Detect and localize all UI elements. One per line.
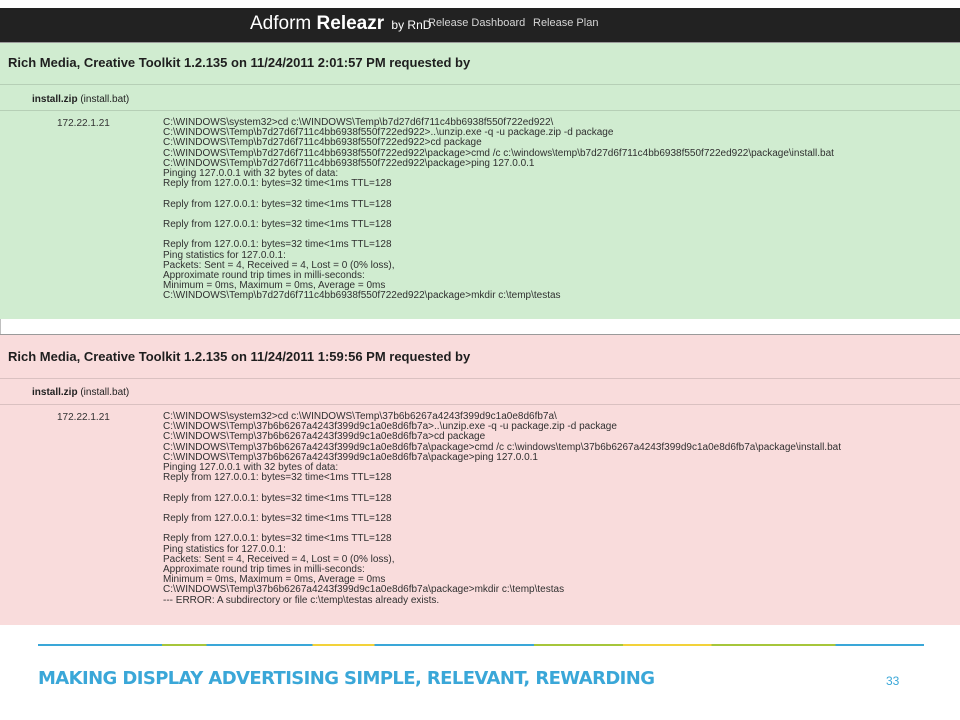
footer-color-rule: [38, 644, 924, 646]
section-divider: [0, 84, 960, 85]
release-request-success: Rich Media, Creative Toolkit 1.2.135 on …: [0, 42, 960, 319]
request-heading: Rich Media, Creative Toolkit 1.2.135 on …: [8, 55, 471, 70]
request-heading: Rich Media, Creative Toolkit 1.2.135 on …: [8, 349, 471, 364]
file-row: install.zip (install.bat): [32, 387, 129, 398]
file-script: (install.bat): [80, 94, 130, 105]
top-navbar: Adform Releazr by RnD Release Dashboard …: [0, 8, 960, 42]
file-row: install.zip (install.bat): [32, 94, 129, 105]
brand-name: Releazr: [316, 13, 385, 34]
command-log: C:\WINDOWS\system32>cd c:\WINDOWS\Temp\3…: [163, 411, 841, 606]
section-divider: [0, 110, 960, 111]
host-address: 172.22.1.21: [57, 412, 110, 423]
brand-prefix: Adform: [250, 13, 312, 34]
section-divider: [0, 378, 960, 379]
command-log: C:\WINDOWS\system32>cd c:\WINDOWS\Temp\b…: [163, 117, 834, 302]
file-name: install.zip: [32, 94, 78, 105]
file-name: install.zip: [32, 387, 78, 398]
brand-logo[interactable]: Adform Releazr by RnD: [250, 13, 431, 35]
host-address: 172.22.1.21: [57, 118, 110, 129]
release-request-error: Rich Media, Creative Toolkit 1.2.135 on …: [0, 334, 960, 625]
nav-release-dashboard[interactable]: Release Dashboard: [428, 17, 525, 29]
footer-slogan: MAKING DISPLAY ADVERTISING SIMPLE, RELEV…: [38, 668, 655, 689]
nav-release-plan[interactable]: Release Plan: [533, 17, 598, 29]
slide-page-number: 33: [886, 674, 900, 688]
brand-suffix: by RnD: [391, 18, 432, 32]
file-script: (install.bat): [80, 387, 130, 398]
section-divider: [0, 404, 960, 405]
